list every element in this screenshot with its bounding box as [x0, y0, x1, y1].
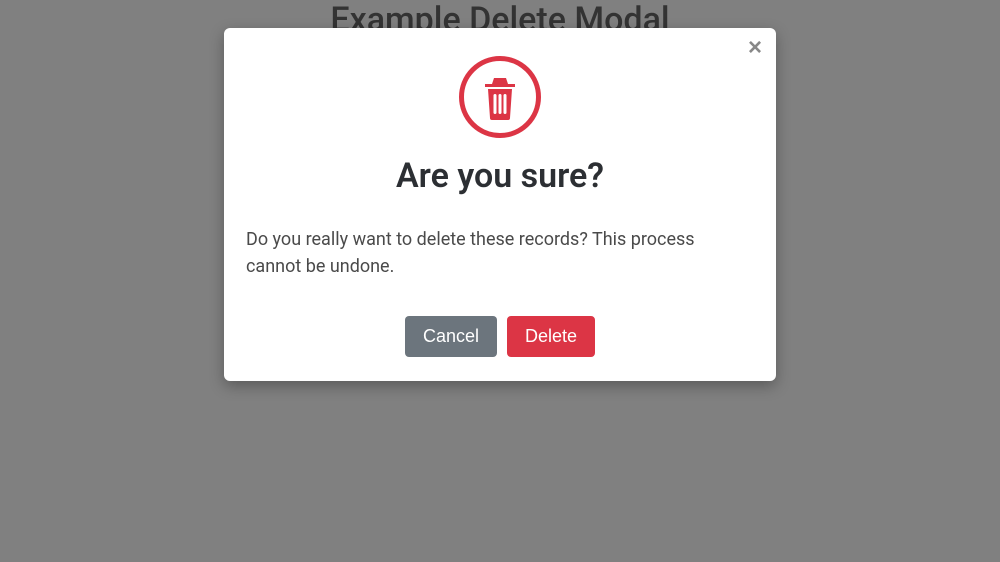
modal-button-row: Cancel Delete	[244, 316, 756, 357]
confirm-delete-modal: × Are you sure? Do you really want to de…	[224, 28, 776, 381]
close-icon: ×	[748, 34, 762, 61]
modal-icon-wrap	[244, 56, 756, 138]
modal-title: Are you sure?	[244, 156, 756, 196]
delete-button[interactable]: Delete	[507, 316, 595, 357]
trash-icon	[459, 56, 541, 138]
modal-message: Do you really want to delete these recor…	[244, 226, 756, 280]
modal-backdrop: × Are you sure? Do you really want to de…	[0, 0, 1000, 562]
close-button[interactable]: ×	[748, 36, 762, 60]
cancel-button[interactable]: Cancel	[405, 316, 497, 357]
